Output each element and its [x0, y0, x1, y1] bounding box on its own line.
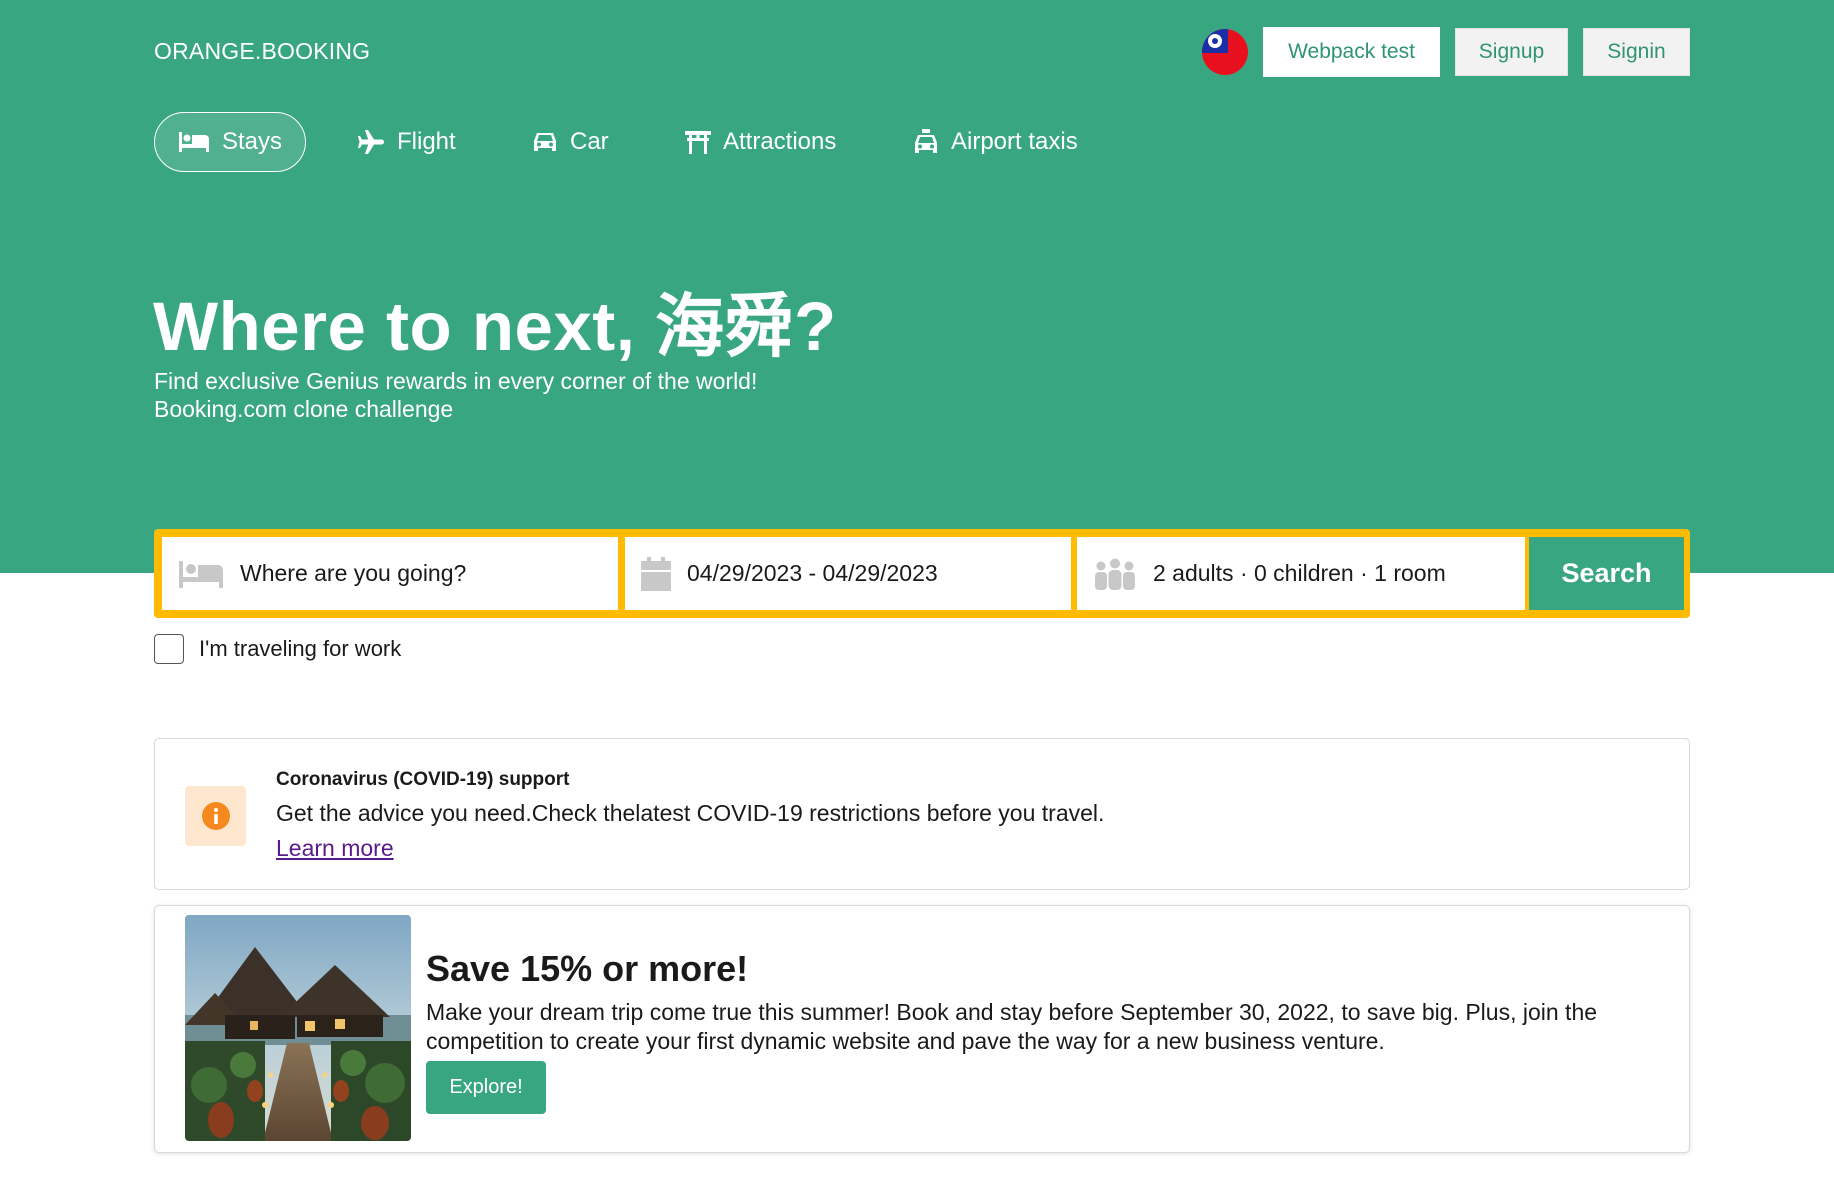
bed-icon	[178, 132, 209, 152]
people-icon	[1093, 558, 1137, 590]
nav-label: Flight	[397, 128, 456, 155]
learn-more-link[interactable]: Learn more	[276, 835, 394, 862]
promo-card: Save 15% or more! Make your dream trip c…	[154, 905, 1690, 1153]
destination-input[interactable]: Where are you going?	[162, 537, 618, 610]
covid-support-notice: Coronavirus (COVID-19) support Get the a…	[154, 738, 1690, 890]
hero-subtitle-secondary: Booking.com clone challenge	[154, 396, 454, 422]
nav-item-attractions[interactable]: Attractions	[685, 112, 836, 172]
search-bar: Where are you going? 04/29/2023 - 04/29/…	[154, 529, 1690, 618]
nav-label: Car	[570, 128, 609, 155]
signup-button[interactable]: Signup	[1455, 28, 1568, 76]
taxi-icon	[915, 129, 937, 153]
nav-item-flight[interactable]: Flight	[357, 112, 456, 172]
guests-value: 2 adults · 0 children · 1 room	[1153, 560, 1446, 586]
resort-photo	[185, 915, 411, 1141]
covid-message: Get the advice you need.Check thelatest …	[276, 800, 1105, 826]
promo-title: Save 15% or more!	[426, 948, 749, 989]
nav-label: Attractions	[723, 128, 837, 155]
nav-item-car[interactable]: Car	[532, 112, 609, 172]
info-icon	[201, 802, 230, 830]
nav-label: Airport taxis	[951, 128, 1078, 155]
date-range-field[interactable]: 04/29/2023 - 04/29/2023	[625, 537, 1071, 610]
nav-item-airport-taxis[interactable]: Airport taxis	[913, 112, 1078, 172]
nav-item-stays[interactable]: Stays	[154, 112, 306, 172]
covid-title: Coronavirus (COVID-19) support	[276, 769, 570, 790]
webpack-test-button[interactable]: Webpack test	[1263, 27, 1440, 77]
signin-button[interactable]: Signin	[1583, 28, 1690, 76]
hero-headline: Where to next, 海舜?	[153, 288, 837, 365]
taiwan-flag-icon[interactable]	[1202, 29, 1248, 75]
search-button[interactable]: Search	[1529, 537, 1684, 610]
work-travel-label: I'm traveling for work	[199, 636, 402, 661]
bed-icon	[178, 559, 224, 589]
promo-description: Make your dream trip come true this summ…	[426, 999, 1598, 1054]
destination-placeholder: Where are you going?	[240, 560, 467, 586]
torii-gate-icon	[685, 131, 711, 154]
info-badge	[185, 786, 246, 846]
checkbox-box[interactable]	[154, 634, 184, 664]
date-range-value: 04/29/2023 - 04/29/2023	[687, 560, 938, 586]
site-logo[interactable]: ORANGE.BOOKING	[154, 38, 370, 65]
car-icon	[534, 133, 556, 151]
explore-button[interactable]: Explore!	[426, 1061, 546, 1114]
plane-icon	[358, 130, 384, 154]
nav-label: Stays	[221, 128, 282, 155]
work-travel-checkbox[interactable]: I'm traveling for work	[154, 634, 401, 664]
hero-subtitle: Find exclusive Genius rewards in every c…	[154, 368, 758, 394]
flag-sun	[1208, 34, 1222, 48]
guests-field[interactable]: 2 adults · 0 children · 1 room	[1077, 537, 1525, 610]
calendar-icon	[641, 556, 671, 591]
